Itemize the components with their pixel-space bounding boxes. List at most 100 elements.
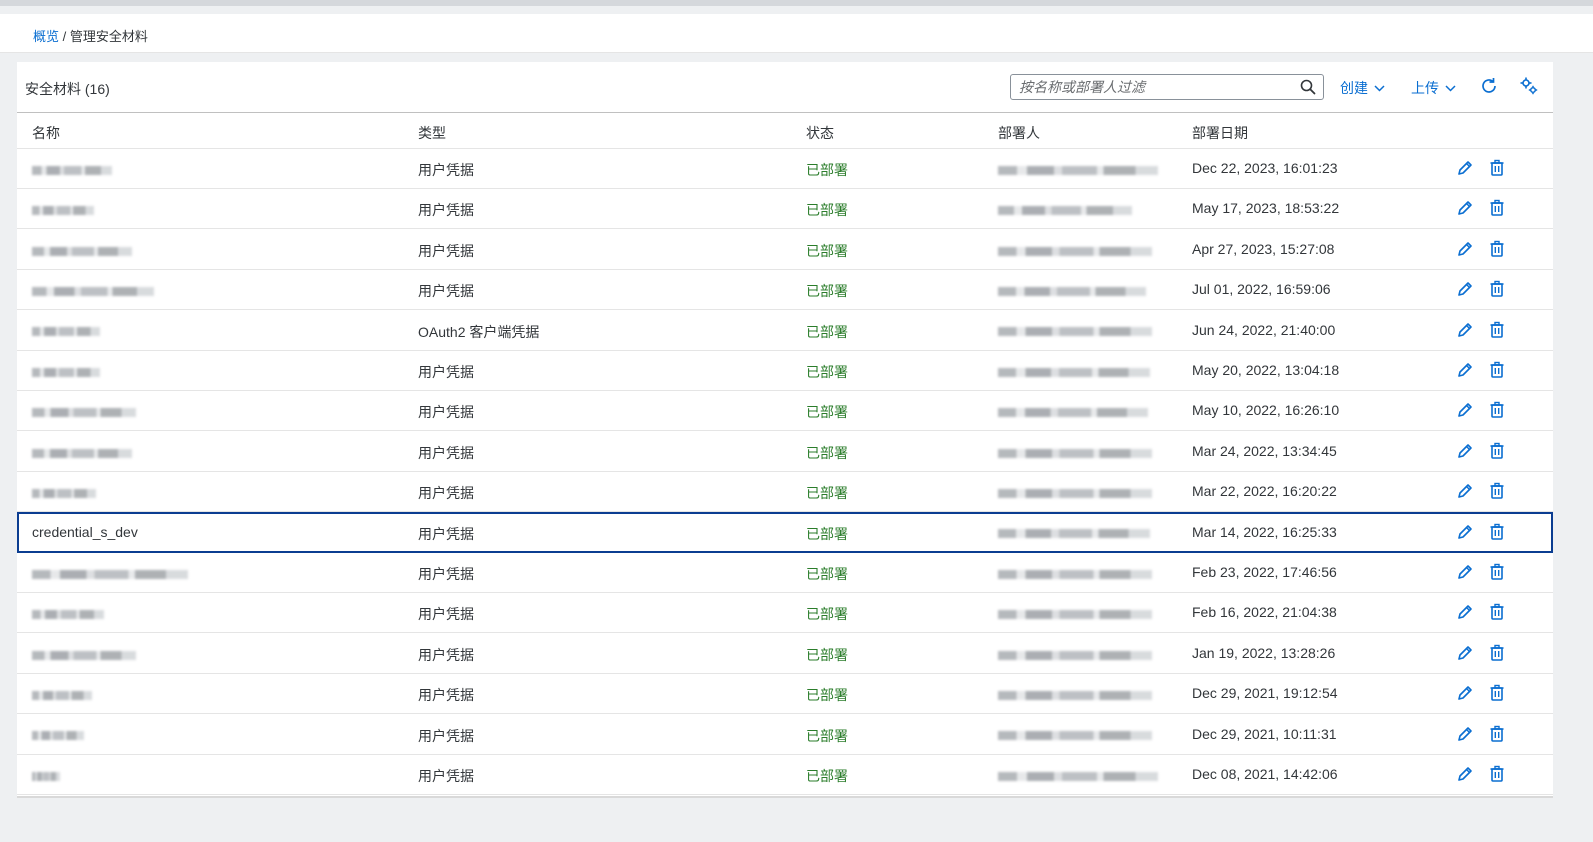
row-deployed-by-redacted bbox=[998, 685, 1152, 701]
row-name-redacted bbox=[32, 685, 92, 701]
row-name-redacted bbox=[32, 766, 60, 782]
row-type: 用户凭据 bbox=[418, 364, 474, 380]
trash-icon[interactable] bbox=[1488, 361, 1506, 379]
row-deployed-on: Apr 27, 2023, 15:27:08 bbox=[1192, 240, 1335, 257]
pencil-icon[interactable] bbox=[1456, 523, 1474, 541]
trash-icon[interactable] bbox=[1488, 684, 1506, 702]
table-row[interactable]: 用户凭据 已部署 Dec 08, 2021, 14:42:06 bbox=[17, 754, 1553, 795]
table-row[interactable]: 用户凭据 已部署 May 10, 2022, 16:26:10 bbox=[17, 390, 1553, 432]
pencil-icon[interactable] bbox=[1456, 240, 1474, 258]
trash-icon[interactable] bbox=[1488, 321, 1506, 339]
pencil-icon[interactable] bbox=[1456, 280, 1474, 298]
row-type: 用户凭据 bbox=[418, 162, 474, 178]
row-type: 用户凭据 bbox=[418, 646, 474, 663]
trash-icon[interactable] bbox=[1488, 401, 1506, 419]
column-header-name[interactable]: 名称 bbox=[32, 123, 60, 143]
row-name-redacted bbox=[32, 241, 132, 257]
trash-icon[interactable] bbox=[1488, 199, 1506, 217]
row-status: 已部署 bbox=[806, 687, 848, 704]
trash-icon[interactable] bbox=[1488, 482, 1506, 500]
settings-icon[interactable] bbox=[1519, 76, 1539, 96]
pencil-icon[interactable] bbox=[1456, 725, 1474, 743]
table-row[interactable]: 用户凭据 已部署 Mar 24, 2022, 13:34:45 bbox=[17, 431, 1553, 472]
pencil-icon[interactable] bbox=[1456, 482, 1474, 500]
trash-icon[interactable] bbox=[1488, 603, 1506, 621]
pencil-icon[interactable] bbox=[1456, 442, 1474, 460]
row-deployed-on: Dec 22, 2023, 16:01:23 bbox=[1192, 160, 1338, 176]
row-deployed-on: Jul 01, 2022, 16:59:06 bbox=[1192, 281, 1331, 298]
table-row[interactable]: 用户凭据 已部署 Dec 22, 2023, 16:01:23 bbox=[17, 148, 1553, 189]
pencil-icon[interactable] bbox=[1456, 159, 1474, 177]
create-button[interactable]: 创建 bbox=[1340, 78, 1385, 98]
pencil-icon[interactable] bbox=[1456, 401, 1474, 419]
row-deployed-by-redacted bbox=[998, 564, 1152, 580]
pencil-icon[interactable] bbox=[1456, 684, 1474, 702]
row-deployed-by-redacted bbox=[998, 726, 1152, 742]
row-status: 已部署 bbox=[806, 566, 848, 582]
column-header-type[interactable]: 类型 bbox=[418, 123, 446, 143]
column-header-status[interactable]: 状态 bbox=[806, 123, 834, 143]
row-status: 已部署 bbox=[806, 646, 848, 663]
breadcrumb-link-overview[interactable]: 概览 bbox=[33, 29, 59, 44]
row-deployed-by-redacted bbox=[998, 483, 1152, 499]
table-row[interactable]: 用户凭据 已部署 Jul 01, 2022, 16:59:06 bbox=[17, 269, 1553, 311]
row-type: 用户凭据 bbox=[418, 768, 474, 784]
pencil-icon[interactable] bbox=[1456, 199, 1474, 217]
pencil-icon[interactable] bbox=[1456, 765, 1474, 783]
row-deployed-by-redacted bbox=[998, 281, 1146, 297]
row-deployed-on: Dec 08, 2021, 14:42:06 bbox=[1192, 766, 1338, 782]
search-icon[interactable] bbox=[1300, 79, 1316, 95]
row-deployed-by-redacted bbox=[998, 402, 1148, 418]
row-status: 已部署 bbox=[806, 202, 848, 219]
row-deployed-by-redacted bbox=[998, 241, 1152, 257]
trash-icon[interactable] bbox=[1488, 644, 1506, 662]
row-status: 已部署 bbox=[806, 444, 848, 461]
table-row[interactable]: 用户凭据 已部署 May 17, 2023, 18:53:22 bbox=[17, 188, 1553, 230]
trash-icon[interactable] bbox=[1488, 523, 1506, 541]
table-row[interactable]: OAuth2 客户端凭据 已部署 Jun 24, 2022, 21:40:00 bbox=[17, 310, 1553, 351]
row-deployed-by-redacted bbox=[998, 322, 1152, 338]
pencil-icon[interactable] bbox=[1456, 321, 1474, 339]
refresh-icon[interactable] bbox=[1479, 76, 1499, 96]
filter-search-field[interactable] bbox=[1010, 74, 1324, 100]
table-row[interactable]: credential_s_dev 用户凭据 已部署 Mar 14, 2022, 16:… bbox=[17, 511, 1553, 553]
row-deployed-by-redacted bbox=[998, 362, 1150, 378]
column-header-deployed-on[interactable]: 部署日期 bbox=[1192, 123, 1248, 143]
row-status: 已部署 bbox=[806, 485, 848, 502]
trash-icon[interactable] bbox=[1488, 240, 1506, 258]
row-type: OAuth2 客户端凭据 bbox=[418, 323, 540, 340]
table-row[interactable]: 用户凭据 已部署 May 20, 2022, 13:04:18 bbox=[17, 350, 1553, 391]
table-row[interactable]: 用户凭据 已部署 Feb 23, 2022, 17:46:56 bbox=[17, 552, 1553, 593]
table-row[interactable]: 用户凭据 已部署 Mar 22, 2022, 16:20:22 bbox=[17, 471, 1553, 513]
table-row[interactable]: 用户凭据 已部署 Apr 27, 2023, 15:27:08 bbox=[17, 229, 1553, 270]
row-name-redacted bbox=[32, 443, 132, 459]
trash-icon[interactable] bbox=[1488, 442, 1506, 460]
row-status: 已部署 bbox=[806, 323, 848, 340]
trash-icon[interactable] bbox=[1488, 765, 1506, 783]
column-header-deployed-by[interactable]: 部署人 bbox=[998, 123, 1040, 143]
table-row[interactable]: 用户凭据 已部署 Dec 29, 2021, 19:12:54 bbox=[17, 673, 1553, 715]
pencil-icon[interactable] bbox=[1456, 644, 1474, 662]
pencil-icon[interactable] bbox=[1456, 563, 1474, 581]
upload-button[interactable]: 上传 bbox=[1411, 78, 1456, 98]
row-name-redacted bbox=[32, 604, 104, 620]
table-row[interactable]: 用户凭据 已部署 Feb 16, 2022, 21:04:38 bbox=[17, 592, 1553, 634]
search-input[interactable] bbox=[1019, 78, 1289, 96]
create-button-label: 创建 bbox=[1340, 80, 1368, 96]
table-title: 安全材料 (16) bbox=[25, 81, 110, 97]
pencil-icon[interactable] bbox=[1456, 603, 1474, 621]
row-deployed-by-redacted bbox=[998, 645, 1152, 661]
trash-icon[interactable] bbox=[1488, 563, 1506, 581]
row-status: 已部署 bbox=[806, 283, 848, 300]
pencil-icon[interactable] bbox=[1456, 361, 1474, 379]
row-name-redacted bbox=[32, 322, 100, 338]
trash-icon[interactable] bbox=[1488, 159, 1506, 177]
row-type: 用户凭据 bbox=[418, 606, 474, 623]
table-row[interactable]: 用户凭据 已部署 Jan 19, 2022, 13:28:26 bbox=[17, 633, 1553, 674]
trash-icon[interactable] bbox=[1488, 280, 1506, 298]
row-status: 已部署 bbox=[806, 768, 848, 784]
chevron-down-icon bbox=[1374, 84, 1385, 92]
trash-icon[interactable] bbox=[1488, 725, 1506, 743]
table-row[interactable]: 用户凭据 已部署 Dec 29, 2021, 10:11:31 bbox=[17, 714, 1553, 755]
security-material-panel: 安全材料 (16) 创建 上传 名称 类型 bbox=[17, 62, 1553, 798]
